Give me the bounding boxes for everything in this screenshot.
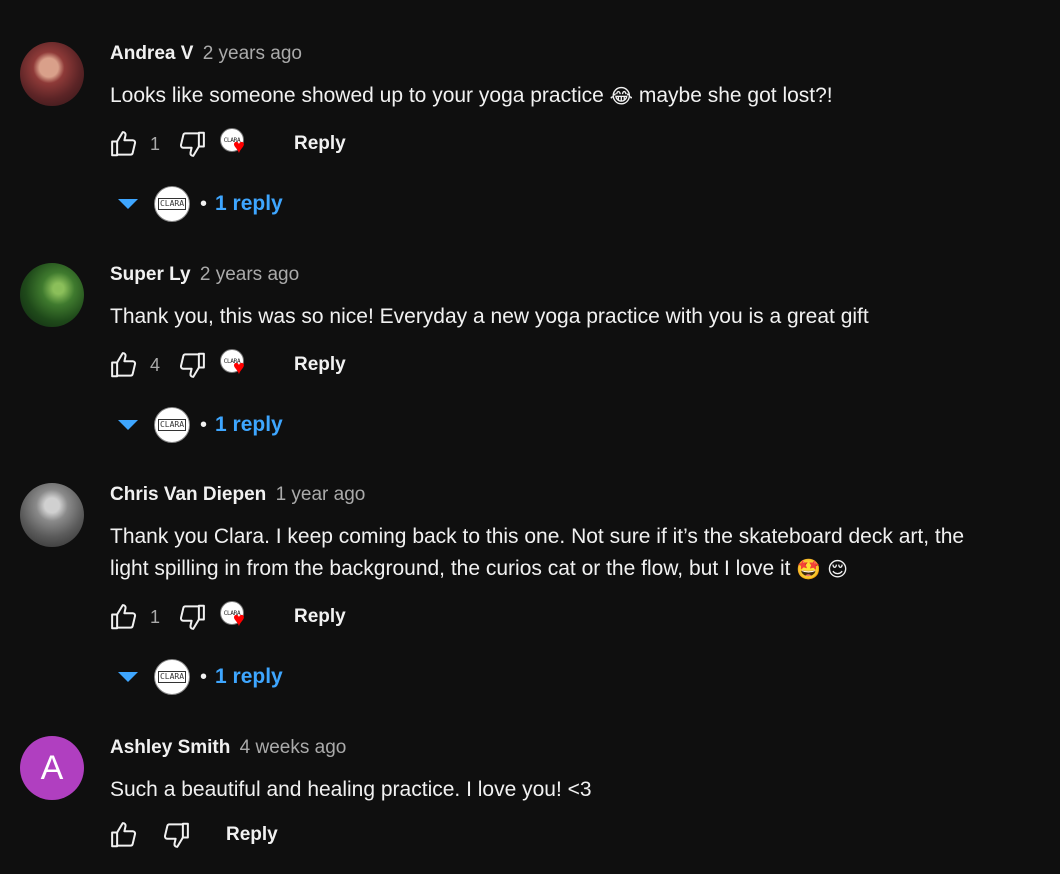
caret-down-icon <box>118 672 138 682</box>
comment-text-part: maybe she got lost?! <box>638 84 833 107</box>
creator-avatar: CLARA <box>154 186 190 222</box>
author-name[interactable]: Andrea V <box>110 43 193 64</box>
like-count: 1 <box>150 133 161 154</box>
comment-text: Such a beautiful and healing practice. I… <box>110 778 592 801</box>
author-name[interactable]: Chris Van Diepen <box>110 484 266 505</box>
comment-header: Super Ly 2 years ago <box>110 264 299 286</box>
thumb-up-icon[interactable] <box>108 601 140 633</box>
author-name[interactable]: Ashley Smith <box>110 737 230 758</box>
comment-time[interactable]: 2 years ago <box>200 264 299 285</box>
separator-dot: • <box>200 413 208 436</box>
avatar[interactable] <box>20 263 84 327</box>
thumb-down-icon[interactable] <box>160 819 192 851</box>
comment-text: Looks like someone showed up to your yog… <box>110 80 1010 113</box>
creator-badge-label: CLARA <box>157 419 187 431</box>
like-count: 1 <box>150 606 161 627</box>
thumb-down-icon[interactable] <box>176 128 208 160</box>
creator-heart-icon: CLARA ♥ <box>220 126 260 162</box>
caret-down-icon <box>118 420 138 430</box>
comment-header: Andrea V 2 years ago <box>110 43 302 65</box>
reply-button[interactable]: Reply <box>226 824 278 846</box>
thumb-up-icon[interactable] <box>108 819 140 851</box>
comment-time[interactable]: 4 weeks ago <box>240 737 347 758</box>
emoji: 🤩 <box>796 559 822 581</box>
avatar[interactable] <box>20 42 84 106</box>
avatar[interactable] <box>20 483 84 547</box>
reply-count[interactable]: 1 reply <box>215 665 283 689</box>
creator-avatar: CLARA <box>154 659 190 695</box>
view-replies-button[interactable]: CLARA • 1 reply <box>118 405 283 445</box>
thumb-down-icon[interactable] <box>176 601 208 633</box>
creator-heart-icon: CLARA ♥ <box>220 599 260 635</box>
author-name[interactable]: Super Ly <box>110 264 191 285</box>
comment-time[interactable]: 2 years ago <box>203 43 302 64</box>
creator-heart-icon: CLARA ♥ <box>220 347 260 383</box>
thumb-up-icon[interactable] <box>108 349 140 381</box>
avatar[interactable]: A <box>20 736 84 800</box>
avatar-letter: A <box>40 748 64 787</box>
comment-actions: 1 CLARA ♥ Reply <box>108 601 346 633</box>
view-replies-button[interactable]: CLARA • 1 reply <box>118 184 283 224</box>
comment-text: Thank you, this was so nice! Everyday a … <box>110 305 869 328</box>
thumb-down-icon[interactable] <box>176 349 208 381</box>
reply-button[interactable]: Reply <box>294 354 346 376</box>
view-replies-button[interactable]: CLARA • 1 reply <box>118 657 283 697</box>
reply-count[interactable]: 1 reply <box>215 413 283 437</box>
separator-dot: • <box>200 665 208 688</box>
comment-text: Thank you Clara. I keep coming back to t… <box>110 521 990 586</box>
thumb-up-icon[interactable] <box>108 128 140 160</box>
caret-down-icon <box>118 199 138 209</box>
comment-time[interactable]: 1 year ago <box>276 484 366 505</box>
reply-button[interactable]: Reply <box>294 133 346 155</box>
like-count: 4 <box>150 354 161 375</box>
comment-actions: 4 CLARA ♥ Reply <box>108 349 346 381</box>
emoji: 😂 <box>609 86 634 108</box>
creator-avatar: CLARA <box>154 407 190 443</box>
emoji: 😌 <box>827 559 848 581</box>
comment-text-part: Looks like someone showed up to your yog… <box>110 84 604 107</box>
reply-count[interactable]: 1 reply <box>215 192 283 216</box>
creator-badge-label: CLARA <box>157 671 187 683</box>
comment-header: Chris Van Diepen 1 year ago <box>110 484 365 506</box>
comment-actions: 1 CLARA ♥ Reply <box>108 128 346 160</box>
separator-dot: • <box>200 192 208 215</box>
reply-button[interactable]: Reply <box>294 606 346 628</box>
comment-header: Ashley Smith 4 weeks ago <box>110 737 346 759</box>
comment-actions: Reply <box>108 819 278 851</box>
creator-badge-label: CLARA <box>157 198 187 210</box>
